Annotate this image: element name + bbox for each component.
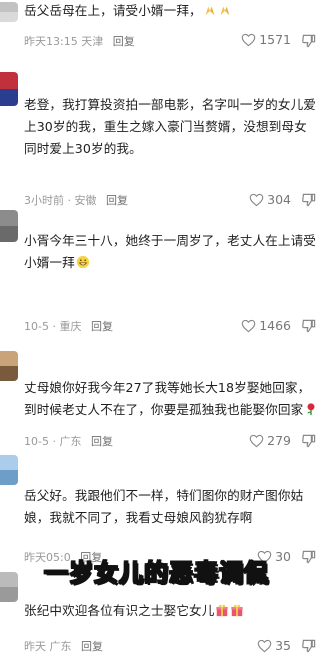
comment-location: 重庆	[59, 320, 82, 333]
praying-hands-emoji-icon	[220, 6, 230, 16]
comment-location: 广东	[49, 640, 72, 653]
comment-item: 小胥今年三十八，她终于一周岁了，老丈人在上请受小婿一拜 10-5 · 重庆 回复…	[0, 210, 325, 345]
like-count: 279	[267, 433, 291, 448]
avatar[interactable]	[0, 572, 18, 602]
thumbs-down-icon[interactable]	[301, 33, 317, 49]
comment-text: 岳父岳母在上，请受小婿一拜，	[24, 0, 319, 22]
like-button[interactable]: 35	[257, 638, 291, 653]
thumbs-down-icon[interactable]	[301, 433, 317, 449]
comment-meta: 昨天13:15 天津 回复	[24, 33, 135, 49]
like-count: 1466	[259, 318, 291, 333]
comment-time: 昨天	[24, 640, 46, 653]
like-button[interactable]: 1571	[241, 32, 291, 47]
like-count: 30	[275, 549, 291, 564]
comment-meta: 10-5 · 广东 回复	[24, 435, 113, 448]
video-caption-overlay: 一岁女儿的恶毒调侃	[43, 558, 269, 587]
comment-location: 广东	[59, 435, 82, 448]
comment-time: 10-5	[24, 320, 49, 333]
comment-text: 张纪中欢迎各位有识之士娶它女儿	[24, 600, 319, 622]
like-button[interactable]: 279	[249, 433, 291, 448]
comment-text: 小胥今年三十八，她终于一周岁了，老丈人在上请受小婿一拜	[24, 233, 316, 270]
comment-time: 3小时前	[24, 194, 64, 207]
comment-time: 10-5	[24, 435, 49, 448]
thumbs-down-icon[interactable]	[301, 192, 317, 208]
comment-location: 天津	[81, 35, 104, 48]
gift-emoji-icon	[231, 604, 244, 617]
comment-location: 安徽	[74, 194, 97, 207]
like-button[interactable]: 304	[249, 192, 291, 207]
praying-hands-emoji-icon	[205, 6, 215, 16]
avatar[interactable]	[0, 210, 18, 242]
heart-outline-icon	[257, 639, 272, 652]
reply-button[interactable]: 回复	[91, 320, 113, 333]
comment-meta: 昨天 广东 回复	[24, 638, 103, 654]
reply-button[interactable]: 回复	[106, 194, 128, 207]
thumbs-down-icon[interactable]	[301, 318, 317, 334]
reply-button[interactable]: 回复	[91, 435, 113, 448]
heart-outline-icon	[241, 319, 256, 332]
avatar[interactable]	[0, 351, 18, 381]
comment-item: 老登，我打算投资拍一部电影，名字叫一岁的女儿爱上30岁的我，重生之嫁入豪门当赘婿…	[0, 62, 325, 210]
like-count: 304	[267, 192, 291, 207]
comment-text: 丈母娘你好我今年27了我等她长大18岁娶她回家，到时候老丈人不在了，你要是孤独我…	[24, 377, 319, 421]
gift-emoji-icon	[216, 604, 229, 617]
rose-emoji-icon	[307, 403, 315, 416]
like-count: 1571	[259, 32, 291, 47]
comment-time: 昨天13:15	[24, 35, 78, 48]
heart-outline-icon	[249, 193, 264, 206]
avatar[interactable]	[0, 2, 18, 22]
like-button[interactable]: 1466	[241, 318, 291, 333]
comment-meta: 10-5 · 重庆 回复	[24, 320, 113, 333]
comment-text: 老登，我打算投资拍一部电影，名字叫一岁的女儿爱上30岁的我，重生之嫁入豪门当赘婿…	[24, 97, 316, 156]
comment-item: 岳父岳母在上，请受小婿一拜， 昨天13:15 天津 回复 1571	[0, 0, 325, 62]
thumbs-down-icon[interactable]	[301, 638, 317, 654]
avatar[interactable]	[0, 455, 18, 485]
comment-item: 丈母娘你好我今年27了我等她长大18岁娶她回家，到时候老丈人不在了，你要是孤独我…	[0, 345, 325, 455]
reply-button[interactable]: 回复	[81, 640, 103, 653]
avatar[interactable]	[0, 72, 18, 106]
grinning-face-emoji-icon	[76, 255, 89, 269]
heart-outline-icon	[249, 434, 264, 447]
comment-text: 岳父好。我跟他们不一样，特们图你的财产图你姑娘，我就不同了，我看丈母娘风韵犹存啊	[24, 488, 304, 525]
heart-outline-icon	[241, 33, 256, 46]
comment-meta: 3小时前 · 安徽 回复	[24, 194, 128, 207]
like-count: 35	[275, 638, 291, 653]
thumbs-down-icon[interactable]	[301, 549, 317, 565]
reply-button[interactable]: 回复	[113, 35, 135, 48]
